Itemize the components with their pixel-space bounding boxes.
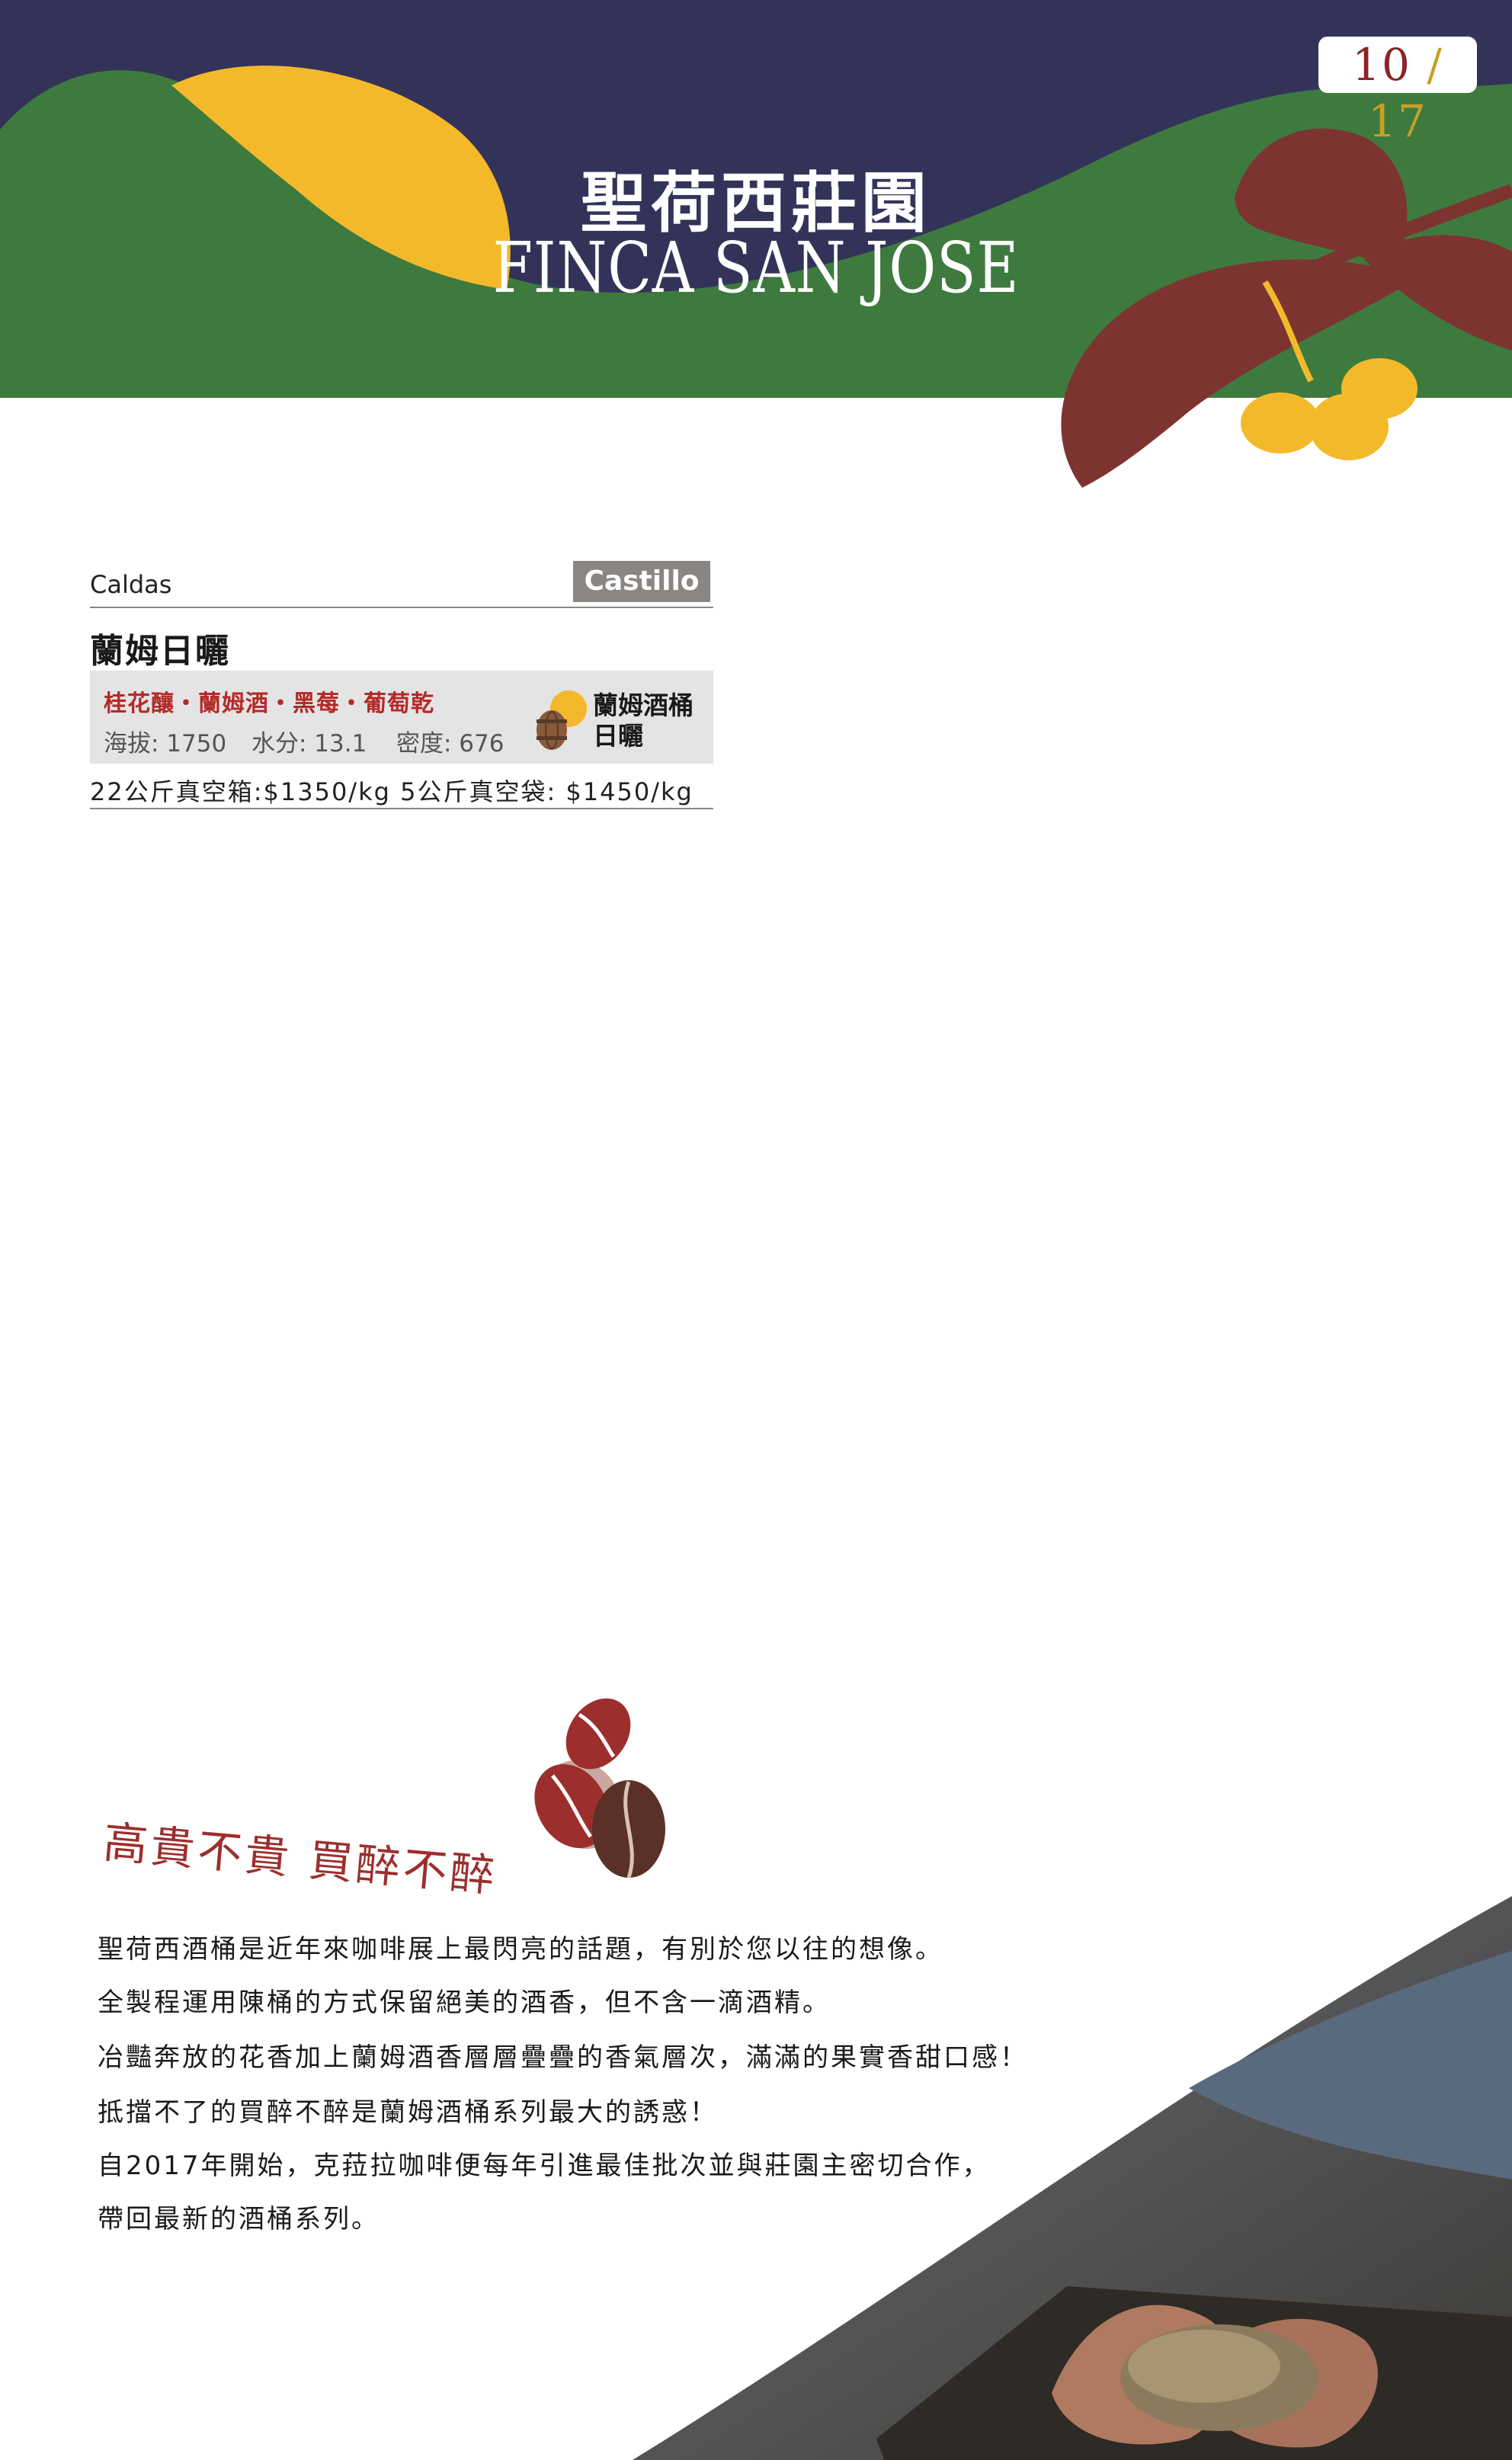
page-indicator: 10 / 17	[1318, 37, 1477, 147]
variety-badge: Castillo	[573, 561, 710, 602]
region-label: Caldas	[90, 570, 172, 599]
process-label: 蘭姆酒桶 日曬	[593, 690, 694, 751]
page-separator: /	[1427, 39, 1443, 91]
hands-holding-beans-photo	[633, 1896, 1512, 2460]
coffee-cherry	[1341, 358, 1418, 419]
product-name: 蘭姆日曬	[90, 632, 230, 671]
estate-title-en: FINCA SAN JOSE	[492, 227, 1020, 309]
divider	[90, 808, 713, 809]
flavor-notes: 桂花釀・蘭姆酒・黑莓・葡萄乾	[104, 690, 434, 717]
process-line-2: 日曬	[593, 721, 643, 751]
altitude: 海拔: 1750	[104, 730, 227, 758]
pricing: 22公斤真空箱:$1350/kg 5公斤真空袋: $1450/kg	[90, 777, 694, 806]
page-total: 17	[1368, 95, 1427, 147]
divider	[90, 607, 713, 608]
coffee-beans-illustration	[534, 1698, 665, 1879]
page-current: 10	[1352, 39, 1411, 91]
density: 密度: 676	[396, 730, 505, 758]
barrel-icon	[537, 690, 587, 750]
process-line-1: 蘭姆酒桶	[593, 690, 694, 720]
coffee-cherry	[1241, 392, 1320, 453]
moisture: 水分: 13.1	[251, 730, 367, 758]
